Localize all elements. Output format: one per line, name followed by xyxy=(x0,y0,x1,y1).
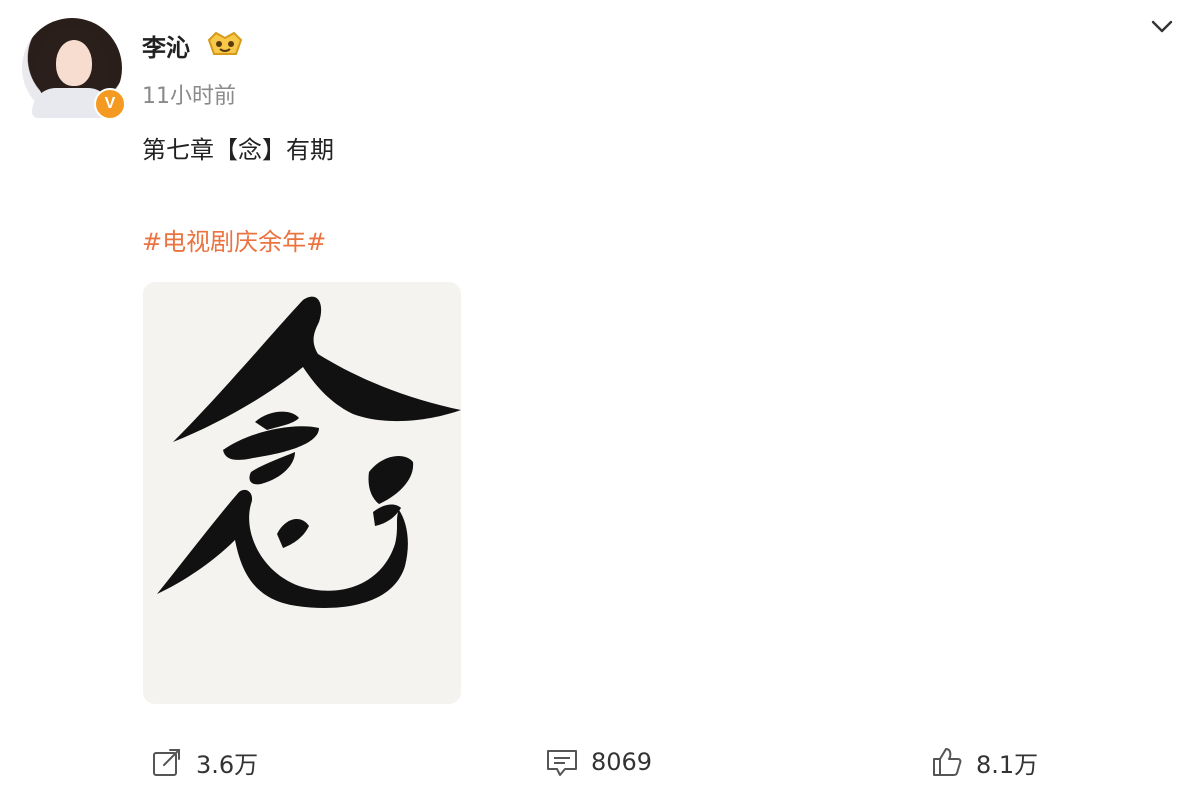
calligraphy-image xyxy=(157,296,461,608)
post-timestamp: 11小时前 xyxy=(142,84,236,109)
hashtag-link[interactable]: #电视剧庆余年# xyxy=(142,222,326,257)
post-image[interactable] xyxy=(143,282,461,704)
comment-button[interactable]: 8069 xyxy=(545,742,652,782)
like-icon xyxy=(933,748,962,776)
repost-count: 3.6万 xyxy=(196,750,259,779)
repost-button[interactable]: 3.6万 xyxy=(150,742,258,782)
chevron-down-icon[interactable] xyxy=(1148,12,1176,40)
repost-icon xyxy=(153,749,180,776)
like-button[interactable]: 8.1万 xyxy=(930,742,1038,782)
username[interactable]: 李沁 xyxy=(142,28,190,63)
avatar-face xyxy=(56,40,92,86)
vip-badge-icon[interactable] xyxy=(206,30,244,58)
like-count: 8.1万 xyxy=(976,750,1039,779)
comment-count: 8069 xyxy=(591,748,653,776)
verified-badge-icon: V xyxy=(94,88,126,120)
comment-icon xyxy=(547,750,577,776)
post-text: 第七章【念】有期 xyxy=(142,136,334,164)
